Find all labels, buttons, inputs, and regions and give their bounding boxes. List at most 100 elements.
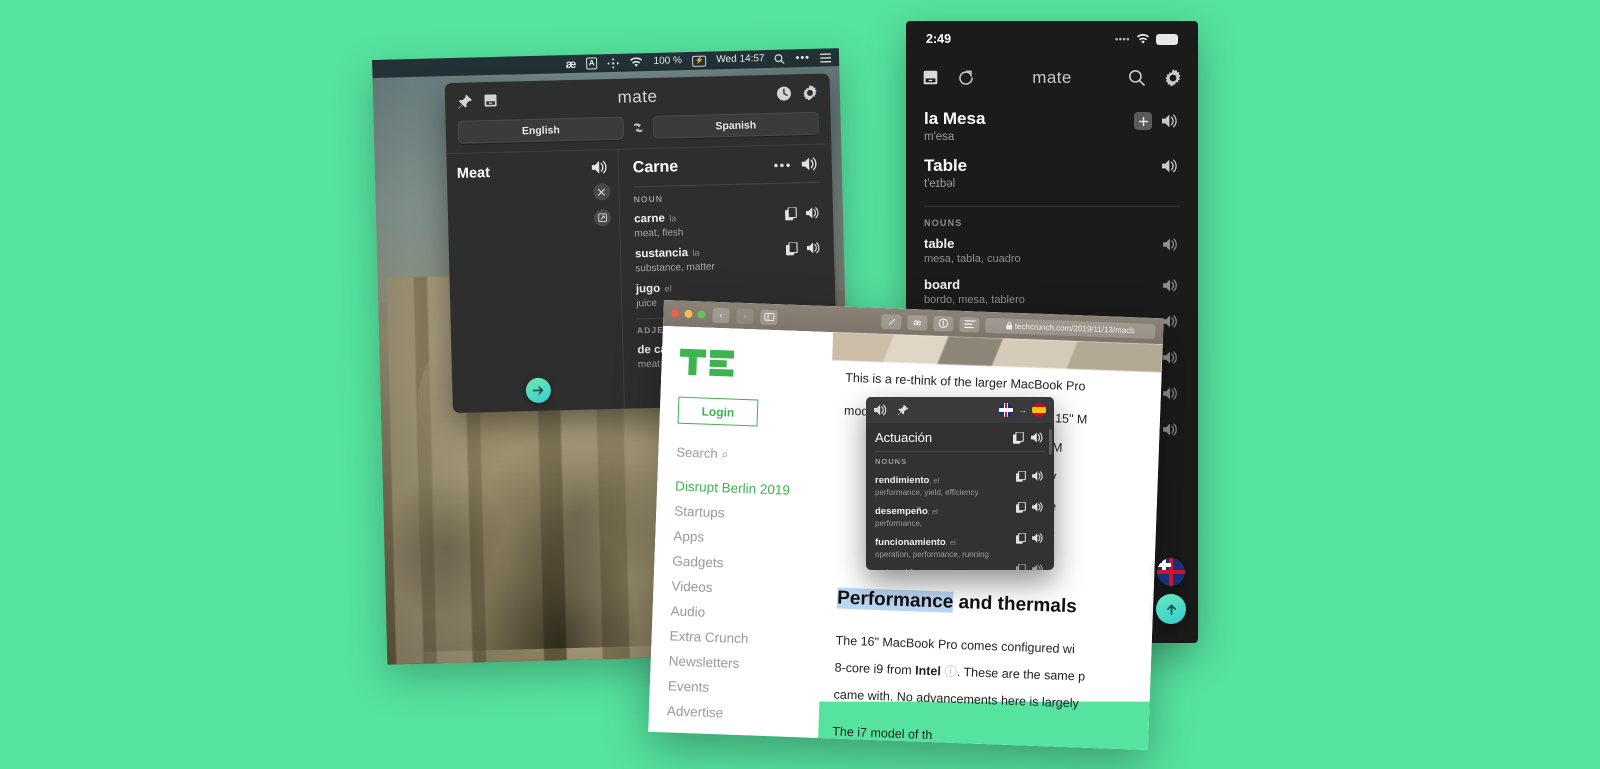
article-heading: Performance and thermals	[836, 580, 1154, 627]
techcrunch-logo-icon[interactable]	[679, 348, 735, 377]
selected-text-highlight[interactable]: Performance	[836, 587, 954, 613]
speaker-icon[interactable]	[1162, 114, 1180, 128]
address-bar[interactable]: techcrunch.com/2019/11/13/macb	[985, 317, 1156, 339]
nav-item-extra-crunch[interactable]: Extra Crunch	[669, 628, 822, 650]
nav-item-apps[interactable]: Apps	[673, 528, 826, 550]
history-icon[interactable]	[776, 85, 792, 101]
copy-icon[interactable]	[785, 241, 798, 255]
forward-button[interactable]: ›	[736, 308, 754, 324]
dictionary-icon[interactable]	[483, 93, 499, 109]
copy-icon[interactable]	[1016, 501, 1026, 513]
speaker-icon[interactable]	[1163, 351, 1180, 364]
target-language-button[interactable]: Spanish	[652, 111, 820, 139]
scroll-up-button[interactable]	[1156, 594, 1186, 624]
list-item[interactable]: board bordo, mesa, tablero	[924, 277, 1180, 306]
speaker-icon[interactable]	[1163, 238, 1180, 251]
control-center-icon[interactable]	[819, 52, 832, 63]
secondary-word[interactable]: Table	[924, 156, 1162, 176]
speaker-icon[interactable]	[1032, 563, 1045, 570]
copy-icon[interactable]	[784, 206, 797, 220]
speaker-icon[interactable]	[1163, 279, 1180, 292]
speaker-icon[interactable]	[1163, 315, 1180, 328]
list-item[interactable]: desempeño, el performance,	[875, 501, 1045, 528]
airplay-icon[interactable]	[607, 57, 620, 69]
list-item[interactable]: funcionamiento, el operation, performanc…	[875, 532, 1045, 559]
target-word[interactable]: Carne	[633, 158, 679, 177]
mate-extension-ae-icon[interactable]: æ	[907, 314, 928, 331]
maximize-icon[interactable]	[697, 310, 706, 319]
nav-item-advertise[interactable]: Advertise	[667, 703, 820, 725]
article-link-intel[interactable]: Intel	[915, 664, 941, 679]
pin-icon[interactable]	[457, 93, 473, 109]
speaker-icon[interactable]	[1031, 431, 1045, 444]
search-icon[interactable]: ⌕	[721, 446, 729, 461]
info-icon[interactable]: ⓘ	[941, 665, 957, 679]
nav-item-startups[interactable]: Startups	[674, 503, 827, 525]
shield-icon[interactable]	[933, 315, 954, 332]
copy-icon[interactable]	[1016, 563, 1026, 570]
minimize-icon[interactable]	[684, 309, 693, 319]
pin-icon[interactable]	[897, 404, 909, 416]
copy-icon[interactable]	[1016, 470, 1026, 482]
speaker-icon[interactable]	[806, 241, 822, 254]
nav-item-events[interactable]: Events	[668, 678, 821, 700]
speaker-icon[interactable]	[805, 206, 821, 219]
speaker-icon[interactable]	[1032, 501, 1045, 513]
close-icon[interactable]	[671, 309, 680, 318]
list-item[interactable]: table mesa, tabla, cuadro	[924, 236, 1180, 265]
login-button[interactable]: Login	[677, 396, 759, 427]
list-icon[interactable]	[959, 316, 980, 333]
close-icon[interactable]	[592, 183, 611, 201]
refresh-icon[interactable]	[957, 69, 975, 87]
arrow-right-icon: →	[1018, 405, 1027, 415]
swap-languages-icon[interactable]	[631, 120, 646, 135]
window-traffic-lights[interactable]	[671, 309, 706, 319]
dictionary-entry[interactable]: sustancia la substance, matter	[635, 239, 823, 274]
dictionary-icon[interactable]	[922, 69, 939, 87]
nav-item-audio[interactable]: Audio	[670, 603, 823, 625]
menubar-input-source[interactable]: A	[585, 57, 598, 70]
menubar-more-icon[interactable]: •••	[795, 52, 810, 64]
speaker-icon[interactable]	[1162, 159, 1180, 173]
entry-term: carne	[633, 212, 665, 225]
mate-title: mate	[617, 86, 658, 107]
battery-icon[interactable]: ⚡	[691, 55, 707, 67]
wifi-icon[interactable]	[629, 57, 643, 67]
nav-item-disrupt-berlin[interactable]: Disrupt Berlin 2019	[675, 479, 828, 501]
primary-word[interactable]: la Mesa	[924, 109, 1134, 129]
speaker-icon[interactable]	[1163, 387, 1180, 400]
nav-item-videos[interactable]: Videos	[671, 578, 824, 600]
sidebar-toggle-button[interactable]	[760, 309, 778, 325]
nav-item-gadgets[interactable]: Gadgets	[672, 553, 825, 575]
tooltip-language-pair[interactable]: →	[999, 403, 1046, 417]
more-options-icon[interactable]: •••	[773, 157, 792, 172]
copy-icon[interactable]	[1016, 532, 1026, 544]
list-item[interactable]: rendimiento, el performance, yield, effi…	[875, 470, 1045, 497]
source-word[interactable]: Meat	[457, 162, 608, 182]
search-icon[interactable]	[1128, 69, 1146, 87]
translate-go-button[interactable]	[525, 377, 551, 404]
source-language-button[interactable]: English	[457, 116, 625, 144]
gear-icon[interactable]	[802, 84, 818, 101]
speaker-icon[interactable]	[1032, 532, 1045, 544]
reader-icon[interactable]	[881, 313, 902, 330]
nav-item-newsletters[interactable]: Newsletters	[668, 653, 821, 675]
speaker-icon[interactable]	[1163, 423, 1180, 436]
search-input[interactable]: Search ⌕	[676, 445, 828, 467]
spotlight-search-icon[interactable]	[774, 53, 786, 64]
floating-flag-uk-badge[interactable]	[1157, 558, 1185, 586]
tooltip-scrollbar[interactable]	[1049, 429, 1052, 455]
tooltip-translated-word[interactable]: Actuación	[875, 430, 1013, 445]
gear-icon[interactable]	[1164, 69, 1182, 87]
menubar-ae-glyph[interactable]: æ	[566, 57, 577, 71]
speaker-icon[interactable]	[801, 157, 820, 171]
speaker-icon[interactable]	[591, 160, 610, 174]
menubar-clock[interactable]: Wed 14:57	[716, 53, 764, 65]
open-external-icon[interactable]	[593, 209, 611, 227]
add-to-favorites-icon[interactable]	[1134, 112, 1152, 130]
back-button[interactable]: ‹	[712, 307, 730, 323]
dictionary-entry[interactable]: carne la meat, flesh	[634, 204, 822, 239]
copy-icon[interactable]	[1013, 431, 1024, 444]
speaker-icon[interactable]	[874, 404, 889, 416]
speaker-icon[interactable]	[1032, 470, 1045, 482]
